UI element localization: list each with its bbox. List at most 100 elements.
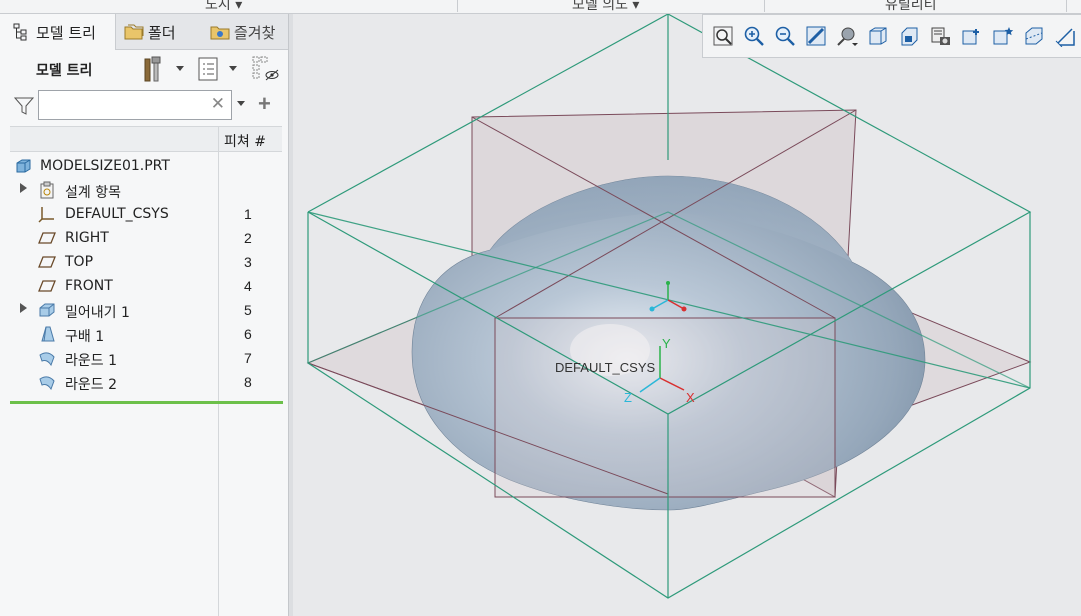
ribbon-separator	[764, 0, 765, 12]
tab-label: 폴더	[148, 23, 176, 42]
clear-icon[interactable]: ✕	[211, 94, 225, 114]
tree-item-round-1[interactable]: 라운드 1 7	[10, 346, 282, 370]
tree-item-draft-1[interactable]: 구배 1 6	[10, 322, 282, 346]
spin-center-icon	[1056, 28, 1076, 47]
settings-tools-icon[interactable]	[142, 56, 166, 89]
tree-root[interactable]: MODELSIZE01.PRT	[10, 154, 282, 178]
annotation-display-icon	[962, 29, 979, 45]
annotation-display-button[interactable]	[956, 20, 987, 52]
datum-display-button[interactable]	[988, 20, 1019, 52]
tab-favorites[interactable]: 즐겨찾	[202, 14, 288, 50]
datum-display-icon	[993, 27, 1014, 45]
ribbon-group-model-intent[interactable]: 모델 의도 ▾	[572, 0, 639, 13]
tree-item-label: TOP	[65, 254, 94, 270]
tree-item-label: 밀어내기 1	[65, 305, 130, 321]
zoom-out-button[interactable]	[769, 20, 800, 52]
design-items-icon	[38, 181, 56, 199]
feature-number: 8	[244, 374, 252, 390]
expand-icon[interactable]	[20, 183, 27, 193]
tab-folder[interactable]: 폴더	[116, 14, 202, 50]
tree-root-label: MODELSIZE01.PRT	[40, 158, 170, 174]
zoom-in-button[interactable]	[738, 20, 769, 52]
tab-label: 즐겨찾	[234, 23, 276, 42]
ribbon-group-display[interactable]: 도시 ▾	[205, 0, 242, 13]
feature-number: 7	[244, 350, 252, 366]
search-box: ✕	[38, 90, 232, 120]
chevron-down-icon[interactable]	[229, 66, 237, 71]
filter-row: ✕ +	[0, 90, 290, 124]
zoom-in-icon	[744, 26, 764, 46]
filter-icon[interactable]	[13, 96, 35, 121]
axis-label-x: X	[686, 390, 695, 405]
draft-icon	[38, 325, 56, 343]
feature-number: 2	[244, 230, 252, 246]
tree-item-front[interactable]: FRONT 4	[10, 274, 282, 298]
section-icon	[1025, 27, 1043, 45]
tree-item-top[interactable]: TOP 3	[10, 250, 282, 274]
view-manager-button[interactable]	[894, 20, 925, 52]
tree-item-label: 라운드 2	[65, 377, 117, 393]
tree-column-header: 피쳐 #	[10, 126, 282, 152]
tab-model-tree[interactable]: 모델 트리	[0, 14, 116, 50]
feature-number: 4	[244, 278, 252, 294]
navigator-tabs: 모델 트리 폴더 즐겨찾	[0, 14, 290, 50]
refit-icon	[713, 26, 733, 46]
datum-plane-icon	[38, 253, 56, 271]
tree-item-label: RIGHT	[65, 230, 109, 246]
insert-here-indicator[interactable]	[10, 401, 283, 404]
model-tree-icon	[12, 23, 30, 41]
tree-toolbar: 모델 트리	[0, 50, 290, 90]
display-style-icon	[837, 27, 859, 46]
tree-item-right[interactable]: RIGHT 2	[10, 226, 282, 250]
ribbon-group-utilities[interactable]: 유틸리티	[885, 0, 937, 13]
tree-item-default-csys[interactable]: DEFAULT_CSYS 1	[10, 202, 282, 226]
feature-number: 5	[244, 302, 252, 318]
search-input[interactable]	[43, 95, 209, 115]
hidden-items-icon[interactable]	[252, 56, 280, 87]
tree-item-label: DEFAULT_CSYS	[65, 206, 169, 222]
repaint-icon	[806, 26, 826, 46]
axis-label-z: Z	[624, 390, 632, 405]
display-style-button[interactable]	[832, 20, 863, 52]
show-list-icon[interactable]	[198, 56, 220, 87]
favorites-icon	[210, 23, 230, 41]
chevron-down-icon[interactable]	[176, 66, 184, 71]
refit-button[interactable]	[707, 20, 738, 52]
expand-icon[interactable]	[20, 303, 27, 313]
tree-item-label: 설계 항목	[65, 185, 121, 201]
navigator-panel: 모델 트리 폴더 즐겨찾 모델 트리 ✕ + 피쳐 # MODELSIZE01.…	[0, 14, 290, 616]
repaint-button[interactable]	[801, 20, 832, 52]
perspective-button[interactable]	[925, 20, 956, 52]
column-feature-number[interactable]: 피쳐 #	[224, 131, 266, 151]
feature-number: 3	[244, 254, 252, 270]
zoom-out-icon	[775, 26, 795, 46]
part-icon	[14, 157, 32, 175]
round-icon	[38, 349, 56, 367]
spin-center-button[interactable]	[1050, 20, 1081, 52]
saved-orientations-button[interactable]	[863, 20, 894, 52]
section-button[interactable]	[1019, 20, 1050, 52]
ribbon-separator	[1066, 0, 1067, 12]
ribbon: 도시 ▾ 모델 의도 ▾ 유틸리티	[0, 0, 1081, 14]
tab-label: 모델 트리	[36, 23, 96, 42]
tree-item-design-items[interactable]: 설계 항목	[10, 178, 282, 202]
view-manager-icon	[901, 27, 918, 46]
tree-item-label: 라운드 1	[65, 353, 117, 369]
folder-icon	[124, 23, 144, 41]
csys-label[interactable]: DEFAULT_CSYS	[555, 360, 655, 375]
datum-plane-icon	[38, 277, 56, 295]
extrude-icon	[38, 301, 56, 319]
model-scene[interactable]: Y X Z	[293, 14, 1081, 616]
add-icon[interactable]: +	[258, 91, 271, 117]
tree-item-round-2[interactable]: 라운드 2 8	[10, 370, 282, 394]
ribbon-separator	[457, 0, 458, 12]
tree-item-label: FRONT	[65, 278, 113, 294]
round-icon	[38, 373, 56, 391]
saved-orientations-icon	[869, 27, 887, 45]
tree-item-label: 구배 1	[65, 329, 105, 345]
tree-item-extrude-1[interactable]: 밀어내기 1 5	[10, 298, 282, 322]
axis-label-y: Y	[662, 336, 671, 351]
chevron-down-icon[interactable]	[237, 101, 245, 106]
perspective-icon	[931, 27, 950, 45]
graphics-window[interactable]: Y X Z	[293, 14, 1081, 616]
